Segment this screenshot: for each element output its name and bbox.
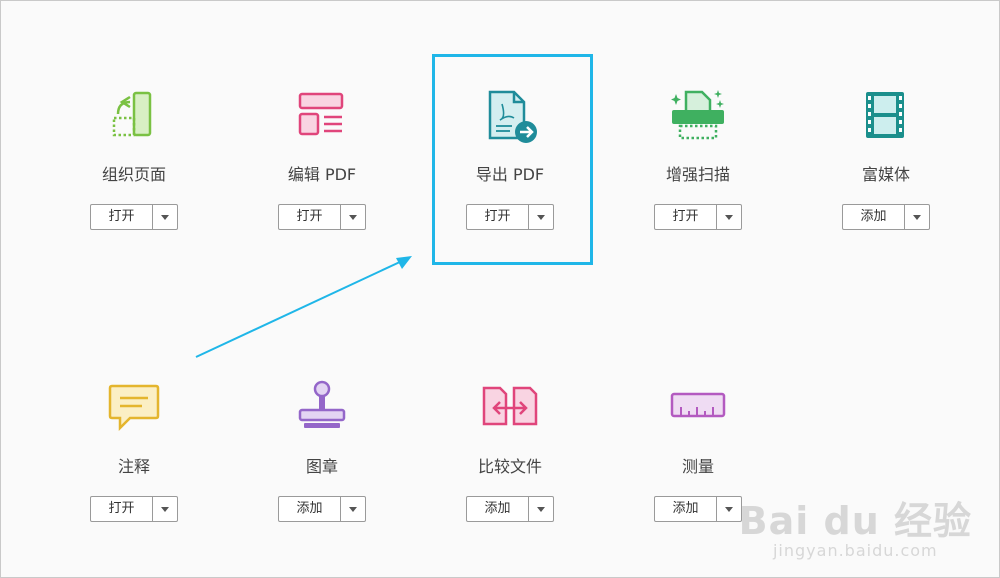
- watermark-url: jingyan.baidu.com: [772, 541, 938, 560]
- annotation-arrow-icon: [195, 256, 412, 358]
- baidu-watermark: Bai du 经验 jingyan.baidu.com: [739, 501, 972, 560]
- watermark-brand: Bai du 经验: [738, 499, 972, 543]
